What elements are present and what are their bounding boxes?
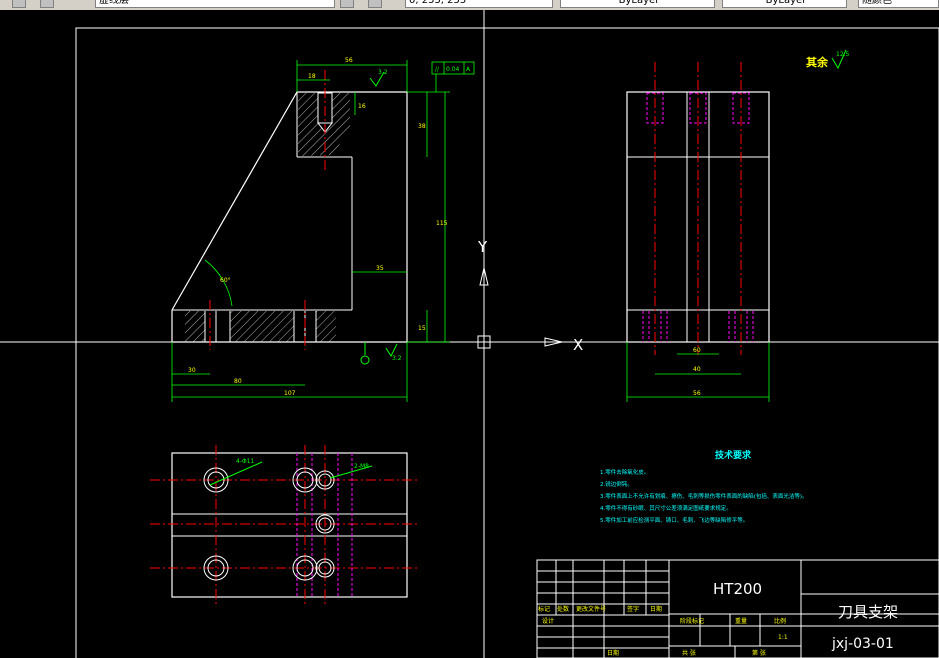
layer-manager-icon[interactable] — [12, 0, 26, 8]
lineweight-dropdown[interactable]: ByLayer — [722, 0, 847, 8]
svg-text:其余: 其余 — [806, 55, 829, 69]
front-view: 56 18 16 38 115 15 35 30 80 107 60° // 0… — [171, 57, 475, 402]
layer-dropdown[interactable]: 虚线层 — [95, 0, 335, 8]
svg-text:1:1: 1:1 — [778, 634, 788, 641]
svg-text:60°: 60° — [220, 277, 231, 284]
drawing-number: jxj-03-01 — [831, 636, 894, 652]
svg-text:日期: 日期 — [650, 605, 662, 613]
cursor-crosshair — [0, 10, 939, 658]
svg-text:16: 16 — [358, 103, 366, 110]
svg-text:1.零件去除氧化皮。: 1.零件去除氧化皮。 — [600, 468, 649, 476]
svg-text:12.5: 12.5 — [836, 51, 850, 58]
color-dropdown[interactable]: 0, 255, 255 — [405, 0, 553, 8]
svg-text:56: 56 — [693, 390, 701, 397]
svg-text:设计: 设计 — [542, 617, 554, 625]
svg-text:第 张: 第 张 — [752, 649, 766, 657]
svg-text:签字: 签字 — [627, 605, 639, 613]
technical-requirements: 技术要求 1.零件去除氧化皮。 2.锐边倒钝。 3.零件表面上不允许有划痕、擦伤… — [600, 449, 808, 524]
make-current-icon[interactable] — [340, 0, 354, 8]
svg-text:技术要求: 技术要求 — [715, 449, 752, 461]
material-label: HT200 — [713, 580, 762, 598]
svg-text:比例: 比例 — [774, 617, 786, 625]
svg-text:5.零件加工前应检测平面、铸口、毛刺、飞边等缺陷修平等。: 5.零件加工前应检测平面、铸口、毛刺、飞边等缺陷修平等。 — [600, 516, 748, 524]
side-view: 60 40 56 其余 12.5 — [626, 49, 850, 402]
svg-text:4.零件不得有砂眼、其尺寸公差须满足图纸要求规定。: 4.零件不得有砂眼、其尺寸公差须满足图纸要求规定。 — [600, 504, 732, 512]
linetype-dropdown[interactable]: ByLayer — [560, 0, 715, 8]
svg-text:30: 30 — [188, 367, 196, 374]
axis-x-label: X — [573, 336, 583, 354]
properties-toolbar: 虚线层 0, 255, 255 ByLayer ByLayer 随颜色 — [0, 0, 939, 10]
layer-state-icon[interactable] — [40, 0, 54, 8]
svg-text:3.零件表面上不允许有划痕、擦伤、毛刺等损伤零件表面的缺陷(: 3.零件表面上不允许有划痕、擦伤、毛刺等损伤零件表面的缺陷(包括、表面光洁等)。 — [600, 492, 808, 500]
svg-text:日期: 日期 — [607, 649, 619, 657]
svg-text:0.04: 0.04 — [446, 66, 460, 73]
svg-text:共 张: 共 张 — [682, 649, 696, 657]
layer-previous-icon[interactable] — [368, 0, 382, 8]
svg-text:15: 15 — [418, 325, 426, 332]
plotstyle-dropdown[interactable]: 随颜色 — [858, 0, 939, 8]
svg-text:80: 80 — [234, 378, 242, 385]
svg-text:重量: 重量 — [735, 617, 747, 625]
svg-text:18: 18 — [308, 73, 316, 80]
svg-text:40: 40 — [693, 366, 701, 373]
svg-text:2-M8: 2-M8 — [354, 463, 369, 470]
svg-text:115: 115 — [436, 220, 448, 227]
svg-text:标记: 标记 — [538, 605, 550, 613]
svg-text:4-Φ11: 4-Φ11 — [236, 458, 255, 465]
svg-text:56: 56 — [345, 57, 353, 64]
svg-text:处数: 处数 — [557, 605, 569, 613]
svg-text:35: 35 — [376, 265, 384, 272]
drawing-frame — [75, 27, 939, 658]
part-name: 刀具支架 — [838, 603, 898, 621]
svg-text:107: 107 — [284, 390, 296, 397]
svg-text:3.2: 3.2 — [378, 69, 388, 76]
top-view: 4-Φ11 2-M8 — [150, 445, 420, 605]
drawing-canvas[interactable]: 56 18 16 38 115 15 35 30 80 107 60° // 0… — [0, 10, 939, 658]
svg-text:60: 60 — [693, 347, 701, 354]
svg-text:A: A — [466, 66, 471, 73]
svg-text:38: 38 — [418, 123, 426, 130]
svg-text:2.锐边倒钝。: 2.锐边倒钝。 — [600, 480, 633, 488]
ucs-axis-icon — [477, 267, 563, 349]
svg-text:阶段标记: 阶段标记 — [680, 617, 704, 625]
svg-text:3.2: 3.2 — [392, 355, 402, 362]
svg-text://: // — [435, 66, 440, 73]
svg-text:更改文件号: 更改文件号 — [576, 605, 606, 613]
axis-y-label: Y — [477, 238, 488, 256]
